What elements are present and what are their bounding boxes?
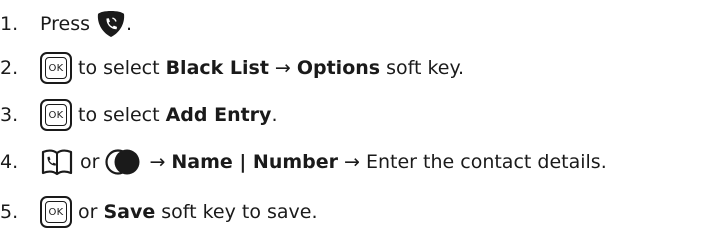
step-2: 2. OK to select Black List → Options sof… <box>0 46 464 90</box>
step-text: or <box>80 151 100 173</box>
step-text: Press <box>40 13 91 35</box>
step-5: 5. OK or Save soft key to save. <box>0 190 318 234</box>
navigation-key-icon <box>105 149 140 175</box>
phone-handset-shield-icon <box>97 11 125 37</box>
menu-options: Options <box>296 57 381 79</box>
step-number: 2. <box>0 57 19 79</box>
phonebook-icon <box>41 149 73 176</box>
ok-key-icon: OK <box>40 99 72 131</box>
step-text: or <box>78 201 98 223</box>
menu-black-list: Black List <box>165 57 269 79</box>
step-text-end: . <box>126 13 133 35</box>
step-number: 3. <box>0 104 19 126</box>
step-3: 3. OK to select Add Entry . <box>0 93 278 137</box>
step-text-end: soft key to save. <box>161 201 318 223</box>
ok-key-icon: OK <box>40 196 72 228</box>
step-text: to select <box>78 57 160 79</box>
step-number: 1. <box>0 13 19 35</box>
step-1: 1. Press . <box>0 2 132 46</box>
instruction-steps: 1. Press . 2. OK to select Black List → … <box>0 0 703 250</box>
step-4: 4. or → Name | Number → Enter the contac… <box>0 140 607 184</box>
menu-name-number: Name | Number <box>171 151 339 173</box>
step-text-end: . <box>271 104 278 126</box>
step-text: to select <box>78 104 160 126</box>
arrow: → <box>274 57 291 79</box>
step-text-end: soft key. <box>386 57 465 79</box>
step-number: 4. <box>0 151 19 173</box>
step-number: 5. <box>0 201 19 223</box>
menu-add-entry: Add Entry <box>165 104 272 126</box>
arrow: → <box>149 151 166 173</box>
step-text-end: → Enter the contact details. <box>344 151 607 173</box>
ok-key-icon: OK <box>40 52 72 84</box>
menu-save: Save <box>103 201 156 223</box>
